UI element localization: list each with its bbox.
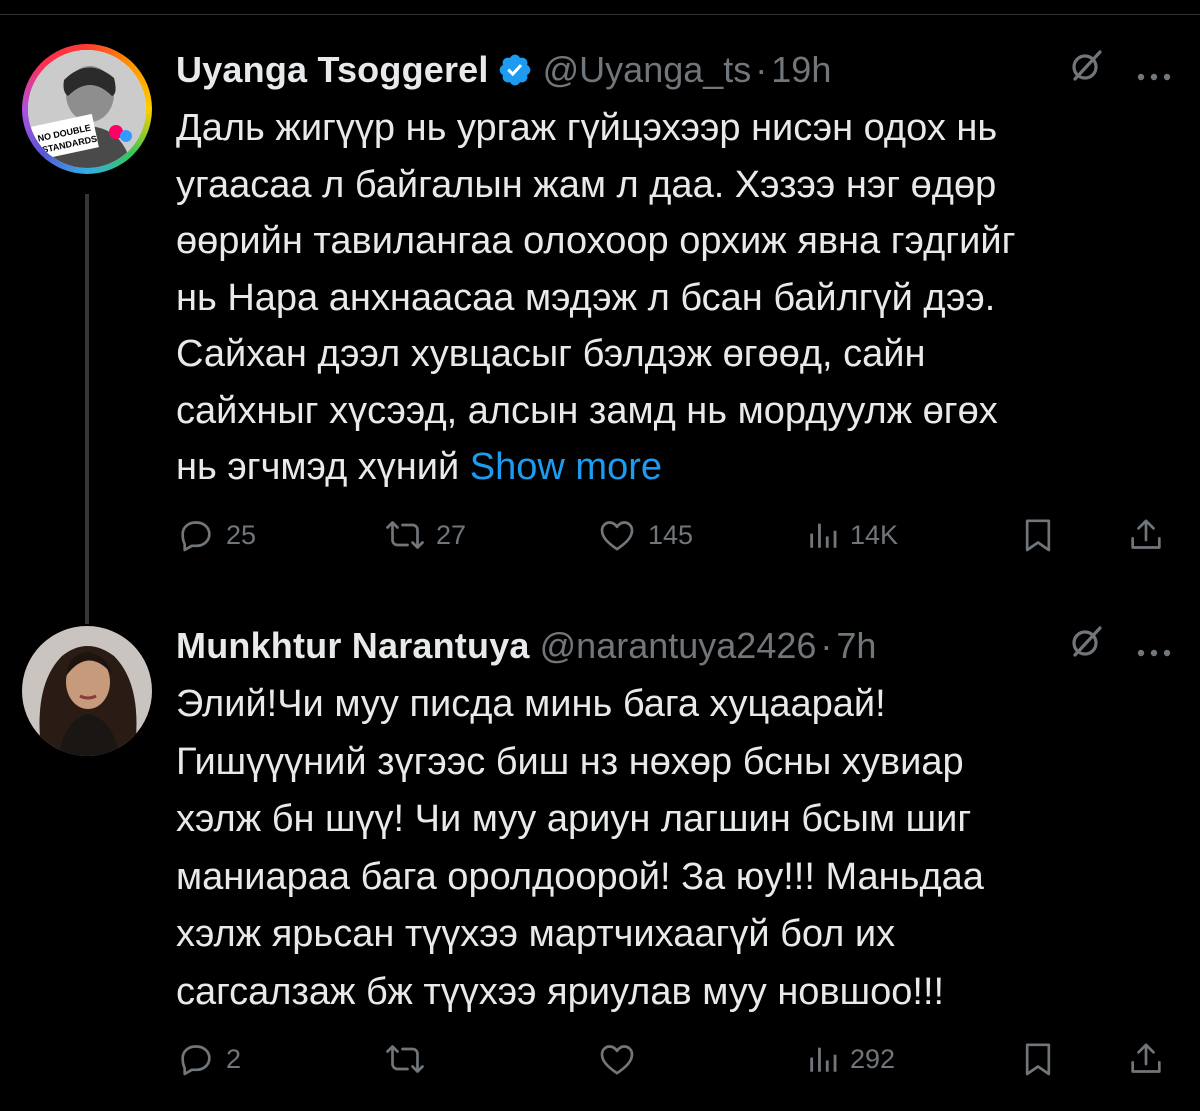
grok-icon[interactable] <box>1066 622 1106 671</box>
separator-dot: · <box>755 49 768 90</box>
tweet-header: Uyanga Tsoggerel @Uyanga_ts · 19h <box>176 48 1200 92</box>
more-icon[interactable] <box>1136 625 1172 667</box>
views-button[interactable]: 14K <box>806 510 898 560</box>
like-icon <box>596 1039 638 1079</box>
share-icon <box>1126 515 1166 555</box>
grok-icon[interactable] <box>1066 46 1106 95</box>
tweet-text: Элий!Чи муу писда минь бага хуцаарай! Ги… <box>176 683 984 1013</box>
reply-icon <box>176 1039 216 1079</box>
author-handle[interactable]: @Uyanga_ts <box>543 49 752 91</box>
bookmark-button[interactable] <box>1018 1034 1058 1084</box>
share-icon <box>1126 1039 1166 1079</box>
more-icon[interactable] <box>1136 49 1172 91</box>
views-icon <box>806 1041 840 1077</box>
repost-button[interactable] <box>384 1034 436 1084</box>
avatar[interactable]: NO DOUBLE STANDARDS <box>22 44 152 174</box>
reply-count: 2 <box>226 1043 242 1074</box>
tweet-actions: 2 292 <box>176 1034 1176 1084</box>
tweet-actions: 25 27 145 14K <box>176 510 1176 560</box>
views-count: 292 <box>850 1043 896 1074</box>
like-count: 145 <box>648 519 694 550</box>
share-button[interactable] <box>1126 510 1166 560</box>
reply-icon <box>176 515 216 555</box>
author-name[interactable]: Uyanga Tsoggerel <box>176 49 489 91</box>
reply-count: 25 <box>226 519 257 550</box>
repost-icon <box>384 1039 426 1079</box>
tweet-body: Даль жигүүр нь ургаж гүйцэхээр нисэн одо… <box>176 107 1016 488</box>
repost-count: 27 <box>436 519 467 550</box>
author-name[interactable]: Munkhtur Narantuya <box>176 625 530 667</box>
separator-dot: · <box>820 625 833 666</box>
bookmark-icon <box>1018 1039 1058 1079</box>
avatar-photo <box>22 626 152 756</box>
repost-icon <box>384 515 426 555</box>
repost-button[interactable]: 27 <box>384 510 466 560</box>
like-button[interactable] <box>596 1034 648 1084</box>
tweet-header: Munkhtur Narantuya @narantuya2426 · 7h <box>176 624 1200 668</box>
tweet[interactable]: Munkhtur Narantuya @narantuya2426 · 7h Э… <box>0 604 1200 1111</box>
share-button[interactable] <box>1126 1034 1166 1084</box>
reply-button[interactable]: 25 <box>176 510 256 560</box>
views-button[interactable]: 292 <box>806 1034 895 1084</box>
tweet-text: Даль жигүүр нь ургаж гүйцэхээр нисэн одо… <box>176 100 1176 496</box>
author-handle[interactable]: @narantuya2426 <box>540 625 817 667</box>
bookmark-icon <box>1018 515 1058 555</box>
verified-badge-icon <box>497 52 533 88</box>
like-icon <box>596 515 638 555</box>
avatar-photo: NO DOUBLE STANDARDS <box>28 50 146 168</box>
avatar[interactable] <box>22 626 152 756</box>
bookmark-button[interactable] <box>1018 510 1058 560</box>
show-more-link[interactable]: Show more <box>470 446 662 488</box>
like-button[interactable]: 145 <box>596 510 693 560</box>
views-icon <box>806 517 840 553</box>
reply-button[interactable]: 2 <box>176 1034 241 1084</box>
timestamp[interactable]: 7h <box>836 625 876 667</box>
thread-connector-line <box>85 194 89 624</box>
top-divider <box>0 0 1200 15</box>
tweet[interactable]: NO DOUBLE STANDARDS Uyanga Tsoggerel @Uy… <box>0 14 1200 624</box>
timestamp[interactable]: 19h <box>771 49 831 91</box>
views-count: 14K <box>850 519 899 550</box>
